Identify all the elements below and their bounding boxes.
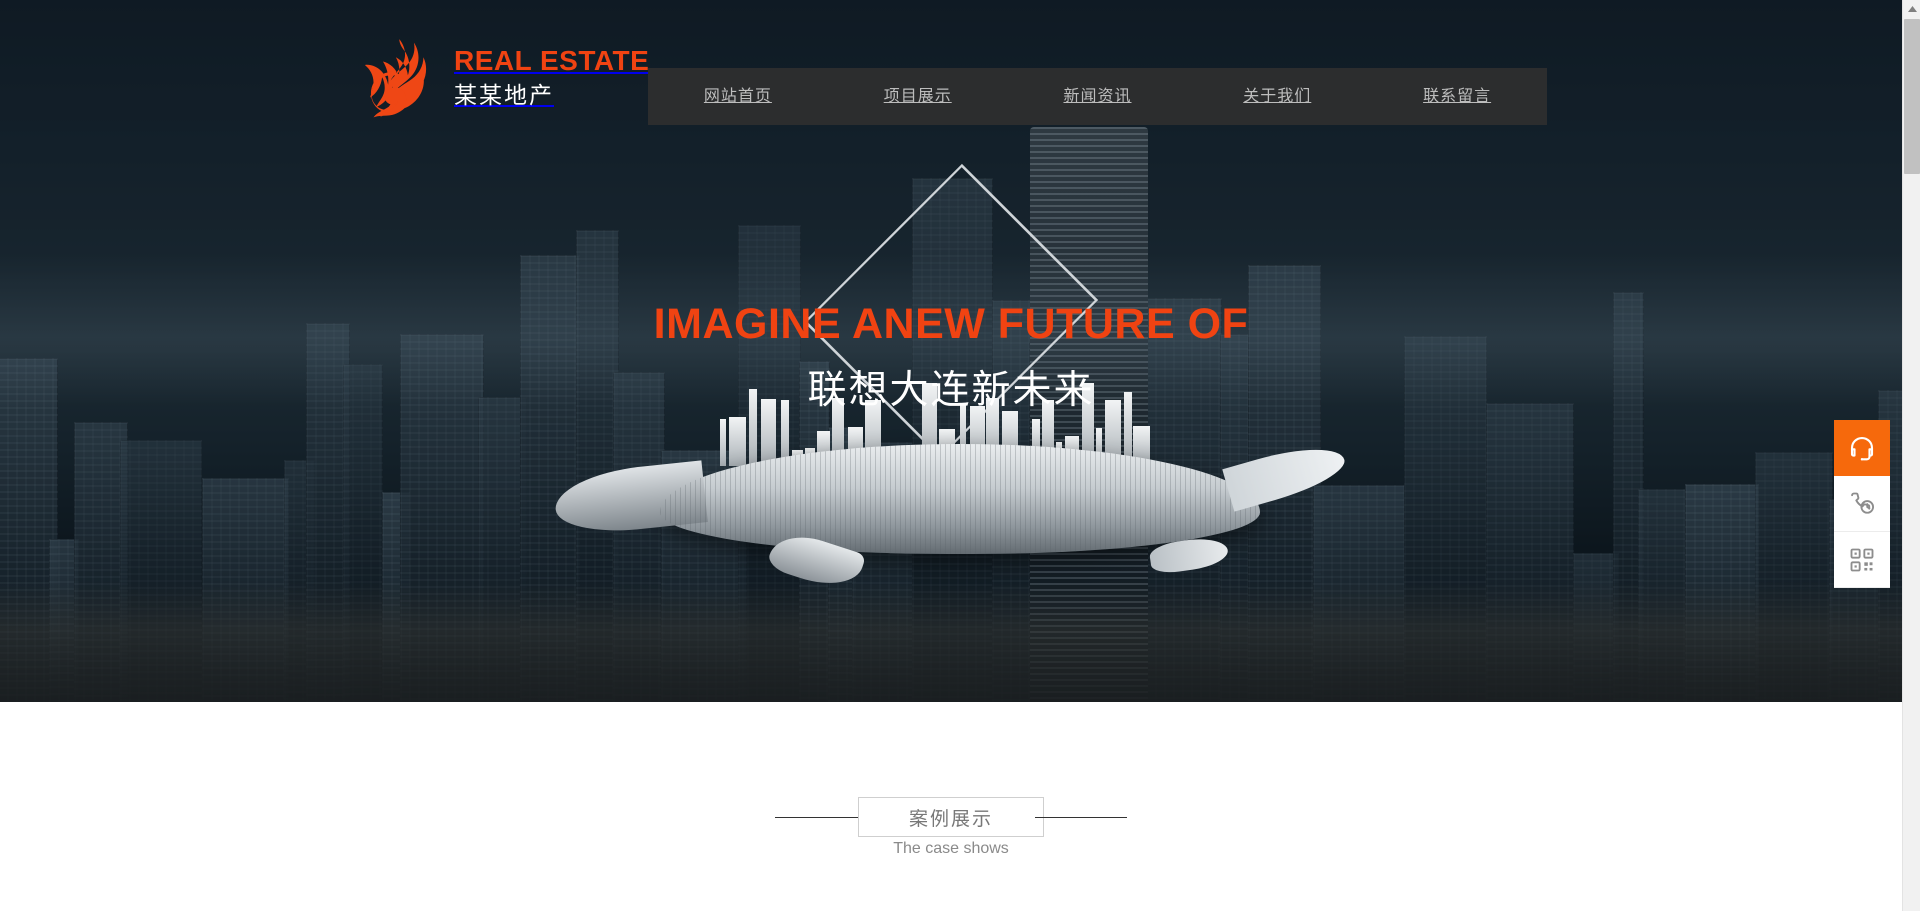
qr-code-button[interactable] (1834, 532, 1890, 588)
page-root: IMAGINE ANEW FUTURE OF 联想大连新未来 REAL ESTA… (0, 0, 1920, 911)
nav-item-contact[interactable]: 联系留言 (1367, 68, 1547, 125)
headset-icon (1847, 433, 1877, 463)
nav-item-about[interactable]: 关于我们 (1187, 68, 1367, 125)
section-title-chinese: 案例展示 (908, 808, 993, 830)
phoenix-flame-icon (352, 34, 438, 120)
page-scrollbar[interactable] (1902, 0, 1920, 911)
section-rule-left (775, 816, 867, 818)
hero-text-block: IMAGINE ANEW FUTURE OF 联想大连新未来 (0, 300, 1902, 415)
section-rule-right (1035, 816, 1127, 818)
whale-city-building (729, 417, 746, 466)
nav-item-home[interactable]: 网站首页 (648, 68, 828, 125)
section-subtitle-english: The case shows (893, 840, 1009, 857)
brand-name-english: REAL ESTATE (454, 45, 650, 76)
qr-code-icon (1848, 546, 1876, 574)
phone-clock-icon (1848, 490, 1876, 518)
brand-name-chinese: 某某地产 (454, 82, 554, 108)
scrollbar-thumb[interactable] (1904, 19, 1920, 174)
phone-hours-button[interactable] (1834, 476, 1890, 532)
hero-headline-english: IMAGINE ANEW FUTURE OF (653, 300, 1249, 348)
main-navigation: 网站首页 项目展示 新闻资讯 关于我们 联系留言 (648, 68, 1547, 125)
whale-city-building (720, 419, 726, 466)
site-header: REAL ESTATE 某某地产 网站首页 项目展示 新闻资讯 关于我们 联系留… (0, 0, 1902, 150)
nav-item-projects[interactable]: 项目展示 (828, 68, 1008, 125)
scrollbar-up-arrow[interactable] (1903, 0, 1920, 18)
section-title-box: 案例展示 (858, 797, 1044, 837)
triangle-up-icon (1907, 6, 1917, 12)
customer-service-button[interactable] (1834, 420, 1890, 476)
brand-wordmark: REAL ESTATE 某某地产 (454, 47, 649, 107)
section-heading-group: 案例展示 (0, 797, 1902, 837)
nav-item-news[interactable]: 新闻资讯 (1008, 68, 1188, 125)
brand-logo-link[interactable]: REAL ESTATE 某某地产 (352, 34, 649, 120)
hero-headline-chinese: 联想大连新未来 (807, 369, 1095, 413)
floating-side-toolbar (1834, 420, 1890, 588)
case-showcase-section: 案例展示 The case shows (0, 702, 1902, 911)
